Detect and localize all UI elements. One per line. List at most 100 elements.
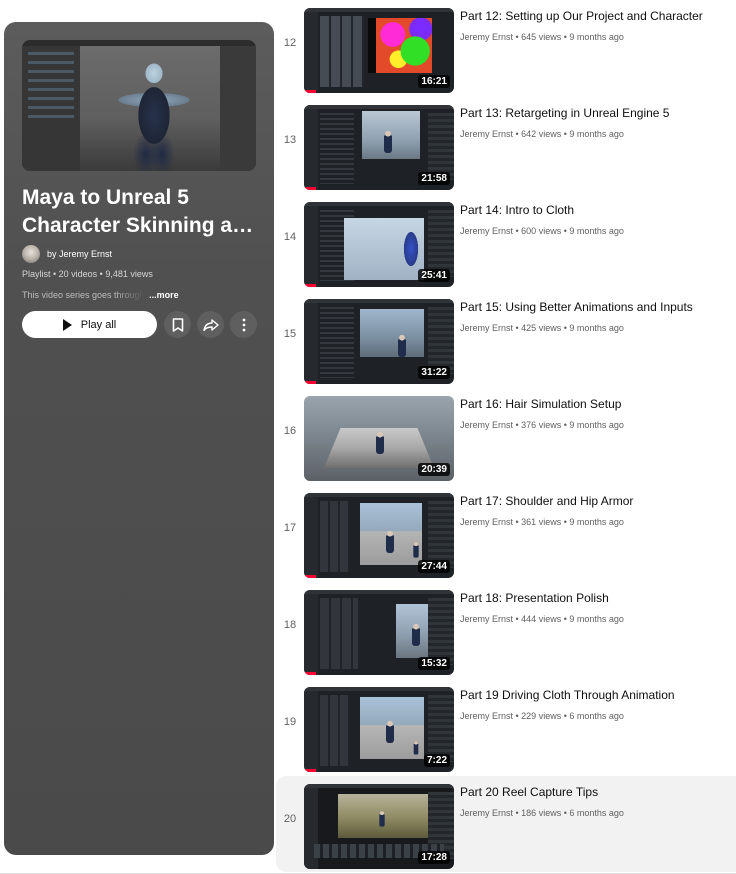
video-info: Part 18: Presentation Polish Jeremy Erns… xyxy=(460,591,732,624)
video-index: 20 xyxy=(283,813,297,825)
video-duration: 27:44 xyxy=(418,560,450,573)
video-title[interactable]: Part 14: Intro to Cloth xyxy=(460,203,732,218)
watch-progress-bar xyxy=(304,769,316,772)
video-item[interactable]: 17 27:44 Part 17: Shoulder and Hip Armor… xyxy=(276,485,736,581)
description-more-link[interactable]: ...more xyxy=(149,290,179,300)
video-thumbnail[interactable]: 15:32 xyxy=(304,590,454,675)
upload-age: 9 months ago xyxy=(569,517,624,527)
video-thumbnail[interactable]: 31:22 xyxy=(304,299,454,384)
video-item[interactable]: 18 15:32 Part 18: Presentation Polish Je… xyxy=(276,582,736,678)
channel-name[interactable]: Jeremy Ernst xyxy=(460,808,513,818)
video-thumbnail[interactable]: 21:58 xyxy=(304,105,454,190)
description-text: This video series goes through xyxy=(22,290,145,300)
video-title[interactable]: Part 20 Reel Capture Tips xyxy=(460,785,732,800)
video-info: Part 17: Shoulder and Hip Armor Jeremy E… xyxy=(460,494,732,527)
video-info: Part 20 Reel Capture Tips Jeremy Ernst •… xyxy=(460,785,732,818)
video-info: Part 19 Driving Cloth Through Animation … xyxy=(460,688,732,721)
video-thumbnail[interactable]: 16:21 xyxy=(304,8,454,93)
channel-name[interactable]: Jeremy Ernst xyxy=(460,129,513,139)
play-icon xyxy=(62,318,72,331)
view-count: 645 views xyxy=(521,32,562,42)
playlist-video-list: 12 16:21 Part 12: Setting up Our Project… xyxy=(276,0,736,874)
view-count: 600 views xyxy=(521,226,562,236)
upload-age: 9 months ago xyxy=(569,32,624,42)
video-duration: 15:32 xyxy=(418,657,450,670)
channel-name[interactable]: Jeremy Ernst xyxy=(460,32,513,42)
playlist-thumbnail[interactable] xyxy=(22,40,256,171)
video-meta: Jeremy Ernst • 645 views • 9 months ago xyxy=(460,32,624,42)
video-thumbnail[interactable]: 25:41 xyxy=(304,202,454,287)
video-info: Part 15: Using Better Animations and Inp… xyxy=(460,300,732,333)
share-button[interactable] xyxy=(197,311,224,338)
video-meta: Jeremy Ernst • 642 views • 9 months ago xyxy=(460,129,624,139)
playlist-meta: Playlist • 20 videos • 9,481 views xyxy=(22,269,153,279)
view-count: 444 views xyxy=(521,614,562,624)
video-item[interactable]: 19 7:22 Part 19 Driving Cloth Through An… xyxy=(276,679,736,775)
video-meta: Jeremy Ernst • 444 views • 9 months ago xyxy=(460,614,624,624)
video-index: 13 xyxy=(283,134,297,146)
upload-age: 6 months ago xyxy=(569,808,624,818)
video-meta: Jeremy Ernst • 425 views • 9 months ago xyxy=(460,323,624,333)
upload-age: 6 months ago xyxy=(569,711,624,721)
watch-progress-bar xyxy=(304,672,316,675)
view-count: 186 views xyxy=(521,808,562,818)
video-title[interactable]: Part 16: Hair Simulation Setup xyxy=(460,397,732,412)
video-item-active[interactable]: 20 17:28 Part 20 Reel Capture Tips Jerem… xyxy=(276,776,736,872)
view-count: 376 views xyxy=(521,420,562,430)
watch-progress-bar xyxy=(304,575,316,578)
watch-progress-bar xyxy=(304,187,316,190)
upload-age: 9 months ago xyxy=(569,129,624,139)
video-meta: Jeremy Ernst • 229 views • 6 months ago xyxy=(460,711,624,721)
video-index: 15 xyxy=(283,328,297,340)
channel-name[interactable]: Jeremy Ernst xyxy=(460,711,513,721)
playlist-author[interactable]: by Jeremy Ernst xyxy=(22,244,112,264)
upload-age: 9 months ago xyxy=(569,420,624,430)
video-index: 12 xyxy=(283,37,297,49)
video-title[interactable]: Part 19 Driving Cloth Through Animation xyxy=(460,688,732,703)
video-meta: Jeremy Ernst • 361 views • 9 months ago xyxy=(460,517,624,527)
bookmark-icon xyxy=(172,317,183,332)
channel-name[interactable]: Jeremy Ernst xyxy=(460,614,513,624)
video-duration: 31:22 xyxy=(418,366,450,379)
video-item[interactable]: 12 16:21 Part 12: Setting up Our Project… xyxy=(276,0,736,96)
watch-progress-bar xyxy=(304,284,316,287)
video-duration: 17:28 xyxy=(418,851,450,864)
video-title[interactable]: Part 18: Presentation Polish xyxy=(460,591,732,606)
video-title[interactable]: Part 12: Setting up Our Project and Char… xyxy=(460,9,732,24)
video-duration: 20:39 xyxy=(418,463,450,476)
video-item[interactable]: 14 25:41 Part 14: Intro to Cloth Jeremy … xyxy=(276,194,736,290)
video-title[interactable]: Part 13: Retargeting in Unreal Engine 5 xyxy=(460,106,732,121)
avatar[interactable] xyxy=(22,245,40,263)
video-meta: Jeremy Ernst • 376 views • 9 months ago xyxy=(460,420,624,430)
playlist-title-line-1: Maya to Unreal 5 xyxy=(22,186,189,209)
video-duration: 16:21 xyxy=(418,75,450,88)
thumbnail-outliner xyxy=(22,46,80,171)
video-thumbnail[interactable]: 7:22 xyxy=(304,687,454,772)
video-item[interactable]: 16 20:39 Part 16: Hair Simulation Setup … xyxy=(276,388,736,484)
video-info: Part 13: Retargeting in Unreal Engine 5 … xyxy=(460,106,732,139)
video-thumbnail[interactable]: 27:44 xyxy=(304,493,454,578)
channel-name[interactable]: Jeremy Ernst xyxy=(460,323,513,333)
more-vert-icon xyxy=(242,318,245,331)
channel-name[interactable]: Jeremy Ernst xyxy=(460,420,513,430)
video-meta: Jeremy Ernst • 186 views • 6 months ago xyxy=(460,808,624,818)
thumbnail-character xyxy=(104,60,204,171)
video-item[interactable]: 13 21:58 Part 13: Retargeting in Unreal … xyxy=(276,97,736,193)
playlist-actions: Play all xyxy=(22,311,257,338)
watch-progress-bar xyxy=(304,90,316,93)
video-title[interactable]: Part 15: Using Better Animations and Inp… xyxy=(460,300,732,315)
channel-name[interactable]: Jeremy Ernst xyxy=(460,226,513,236)
video-thumbnail[interactable]: 20:39 xyxy=(304,396,454,481)
video-thumbnail[interactable]: 17:28 xyxy=(304,784,454,869)
channel-name[interactable]: Jeremy Ernst xyxy=(460,517,513,527)
video-title[interactable]: Part 17: Shoulder and Hip Armor xyxy=(460,494,732,509)
video-item[interactable]: 15 31:22 Part 15: Using Better Animation… xyxy=(276,291,736,387)
video-index: 19 xyxy=(283,716,297,728)
view-count: 229 views xyxy=(521,711,562,721)
play-all-button[interactable]: Play all xyxy=(22,311,157,338)
more-actions-button[interactable] xyxy=(230,311,257,338)
author-name[interactable]: by Jeremy Ernst xyxy=(47,249,112,259)
save-playlist-button[interactable] xyxy=(164,311,191,338)
playlist-title: Maya to Unreal 5 Character Skinning and … xyxy=(22,184,262,240)
video-index: 17 xyxy=(283,522,297,534)
